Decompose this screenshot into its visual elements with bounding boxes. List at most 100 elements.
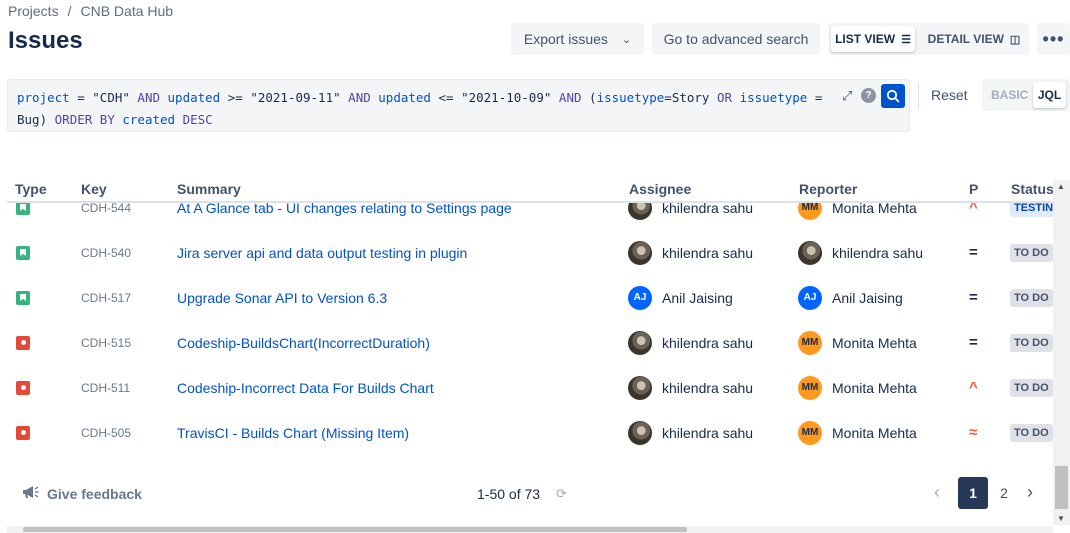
assignee-avatar: AJ — [628, 285, 652, 310]
reporter-avatar — [798, 240, 822, 265]
status-badge[interactable]: TO DO — [1010, 423, 1053, 442]
basic-mode-button[interactable]: BASIC — [991, 88, 1028, 102]
issue-summary-link[interactable]: Codeship-BuildsChart(IncorrectDuratioh) — [177, 320, 430, 365]
help-icon[interactable]: ? — [861, 88, 876, 103]
story-icon — [16, 245, 30, 260]
horizontal-scrollbar[interactable] — [7, 526, 1053, 533]
detail-view-button[interactable]: DETAIL VIEW ◫ — [924, 26, 1024, 52]
reporter-cell[interactable]: khilendra sahu — [798, 230, 923, 275]
jql-token: ( — [589, 90, 597, 105]
jql-search-field[interactable]: project = "CDH" AND updated >= "2021-09-… — [7, 79, 910, 132]
advanced-search-button[interactable]: Go to advanced search — [652, 23, 820, 55]
export-issues-button[interactable]: Export issues ⌄ — [511, 23, 644, 55]
reporter-cell[interactable]: AJ Anil Jaising — [798, 275, 903, 320]
priority-cell: = — [969, 230, 978, 275]
refresh-icon[interactable]: ⟳ — [556, 486, 567, 502]
breadcrumb-project[interactable]: CNB Data Hub — [80, 3, 173, 19]
expand-icon[interactable]: ⤢ — [842, 88, 852, 104]
scroll-down-icon[interactable]: ▼ — [1057, 514, 1065, 523]
reset-button[interactable]: Reset — [931, 87, 968, 103]
status-badge[interactable]: TO DO — [1010, 288, 1053, 307]
assignee-cell[interactable]: khilendra sahu — [628, 230, 753, 275]
table-row[interactable]: CDH-515 Codeship-BuildsChart(IncorrectDur… — [7, 320, 1053, 365]
export-issues-label: Export issues — [523, 31, 608, 47]
priority-medium-icon: = — [969, 244, 978, 261]
column-header-priority[interactable]: P — [969, 181, 978, 197]
issue-key[interactable]: CDH-505 — [81, 410, 131, 455]
column-header-summary[interactable]: Summary — [177, 181, 241, 197]
status-cell[interactable]: TO DO — [1010, 230, 1053, 275]
column-header-reporter[interactable]: Reporter — [799, 181, 857, 197]
type-cell — [16, 410, 30, 455]
reporter-name: khilendra sahu — [832, 244, 924, 261]
more-actions-button[interactable]: ••• — [1037, 23, 1070, 55]
page-2-button[interactable]: 2 — [989, 477, 1019, 509]
reporter-avatar: MM — [798, 420, 822, 445]
breadcrumb-separator: / — [67, 3, 72, 19]
jql-token: <= — [430, 90, 462, 105]
status-cell[interactable]: TO DO — [1010, 320, 1053, 365]
table-row[interactable]: CDH-511 Codeship-Incorrect Data For Build… — [7, 365, 1053, 410]
reporter-cell[interactable]: MM Monita Mehta — [798, 410, 917, 455]
results-count: 1-50 of 73 — [477, 486, 541, 502]
list-view-button[interactable]: LIST VIEW ☰ — [831, 26, 915, 52]
jql-mode-button[interactable]: JQL — [1033, 82, 1066, 108]
table-header: Type Key Summary Assignee Reporter P Sta… — [7, 170, 1053, 203]
table-row[interactable]: CDH-505 TravisCI - Builds Chart (Missing … — [7, 410, 1053, 455]
give-feedback-button[interactable]: Give feedback — [21, 485, 142, 502]
jql-token: ORDER BY — [54, 112, 123, 127]
breadcrumb-projects[interactable]: Projects — [8, 3, 59, 19]
jql-token: DESC — [182, 112, 213, 127]
column-header-type[interactable]: Type — [15, 181, 47, 197]
issue-key[interactable]: CDH-517 — [81, 275, 131, 320]
megaphone-icon — [21, 485, 39, 502]
table-row[interactable]: CDH-540 Jira server api and data output t… — [7, 230, 1053, 275]
column-header-key[interactable]: Key — [81, 181, 107, 197]
scrollbar-thumb[interactable] — [1055, 466, 1068, 509]
column-header-status[interactable]: Status — [1011, 181, 1053, 197]
priority-medium-icon: = — [969, 289, 978, 306]
scroll-up-icon[interactable]: ▲ — [1057, 182, 1065, 191]
type-cell — [16, 365, 30, 410]
assignee-cell[interactable]: khilendra sahu — [628, 365, 753, 410]
status-cell[interactable]: TO DO — [1010, 365, 1053, 410]
list-icon: ☰ — [901, 33, 911, 46]
chevron-down-icon: ⌄ — [621, 33, 632, 46]
previous-page-icon[interactable]: ‹ — [934, 482, 940, 503]
page-1-button[interactable]: 1 — [958, 477, 988, 509]
column-header-assignee[interactable]: Assignee — [629, 181, 691, 197]
issue-key[interactable]: CDH-511 — [81, 365, 130, 410]
assignee-avatar — [628, 240, 652, 265]
bug-icon — [16, 335, 30, 350]
status-badge[interactable]: TO DO — [1010, 333, 1053, 352]
next-page-icon[interactable]: › — [1027, 482, 1033, 503]
search-button[interactable] — [881, 84, 905, 108]
assignee-cell[interactable]: khilendra sahu — [628, 320, 753, 365]
jql-token: = — [807, 90, 823, 105]
reporter-cell[interactable]: MM Monita Mehta — [798, 365, 917, 410]
scrollbar-thumb[interactable] — [23, 527, 687, 532]
jql-token: "2021-10-09" — [461, 90, 559, 105]
issue-key[interactable]: CDH-515 — [81, 320, 131, 365]
priority-highest-icon: ≈ — [969, 424, 978, 441]
jql-token: issuetype — [739, 90, 808, 105]
reporter-cell[interactable]: MM Monita Mehta — [798, 320, 917, 365]
status-badge[interactable]: TO DO — [1010, 243, 1053, 262]
jql-query-text[interactable]: project = "CDH" AND updated >= "2021-09-… — [17, 87, 832, 131]
issue-key[interactable]: CDH-540 — [81, 230, 131, 275]
status-cell[interactable]: TO DO — [1010, 275, 1053, 320]
detail-icon: ◫ — [1009, 33, 1021, 46]
issue-summary-link[interactable]: Upgrade Sonar API to Version 6.3 — [177, 275, 387, 320]
status-cell[interactable]: TO DO — [1010, 410, 1053, 455]
jql-token: "CDH" — [92, 90, 138, 105]
bug-icon — [16, 425, 30, 440]
issue-summary-link[interactable]: Jira server api and data output testing … — [177, 230, 467, 275]
issue-summary-link[interactable]: Codeship-Incorrect Data For Builds Chart — [177, 365, 434, 410]
issue-summary-link[interactable]: TravisCI - Builds Chart (Missing Item) — [177, 410, 409, 455]
status-badge[interactable]: TO DO — [1010, 378, 1053, 397]
page-title: Issues — [8, 27, 83, 54]
assignee-cell[interactable]: khilendra sahu — [628, 410, 753, 455]
assignee-cell[interactable]: AJ Anil Jaising — [628, 275, 733, 320]
vertical-scrollbar[interactable]: ▲ ▼ — [1053, 180, 1070, 525]
table-row[interactable]: CDH-517 Upgrade Sonar API to Version 6.3 A… — [7, 275, 1053, 320]
